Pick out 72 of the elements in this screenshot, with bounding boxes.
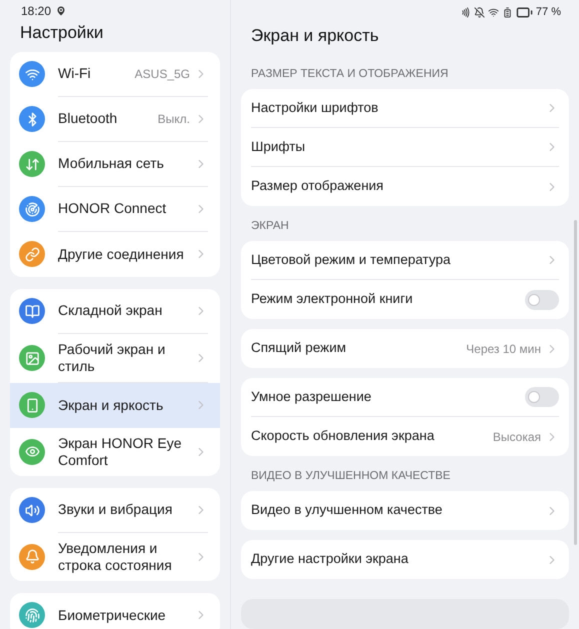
item-label: Звуки и вибрация	[58, 500, 174, 519]
settings-row[interactable]: Размер отображения	[241, 167, 569, 206]
row-label: Цветовой режим и температура	[251, 250, 452, 269]
item-label: Складной экран	[58, 301, 164, 320]
item-label: HONOR Connect	[58, 199, 168, 218]
page-title: Экран и яркость	[251, 24, 379, 46]
item-value: ASUS_5G	[134, 66, 190, 82]
speaker-icon	[19, 497, 45, 523]
phone-icon	[19, 392, 45, 418]
settings-row[interactable]: Другие настройки экрана	[241, 540, 569, 579]
settings-row[interactable]: Настройки шрифтов	[241, 89, 569, 128]
item-label: Биометрические	[58, 606, 167, 625]
settings-row[interactable]: Спящий режим Через 10 мин	[241, 329, 569, 368]
settings-row[interactable]: Скорость обновления экрана Высокая	[241, 417, 569, 456]
settings-item[interactable]: Звуки и вибрация	[10, 488, 220, 532]
row-label: Скорость обновления экрана	[251, 427, 436, 446]
settings-item[interactable]: Bluetooth Выкл.	[10, 96, 220, 142]
settings-item[interactable]: Уведомления и строка состояния	[10, 532, 220, 580]
arrows-icon	[19, 151, 45, 177]
settings-item[interactable]: Экран HONOR Eye Comfort	[10, 428, 220, 476]
battery-saver-icon	[502, 6, 513, 18]
battery-percent: 77 %	[536, 5, 561, 20]
settings-row[interactable]: Умное разрешение	[241, 378, 569, 417]
wifi-icon	[488, 6, 499, 18]
book-icon	[19, 298, 45, 324]
nfc-icon	[460, 6, 471, 18]
settings-row[interactable]: Шрифты	[241, 128, 569, 167]
item-label: Экран HONOR Eye Comfort	[58, 434, 183, 470]
item-value: Выкл.	[158, 110, 190, 128]
row-label: Режим электронной книги	[251, 290, 414, 308]
toggle-switch[interactable]	[525, 387, 559, 407]
section-heading: РАЗМЕР ТЕКСТА И ОТОБРАЖЕНИЯ	[251, 66, 448, 82]
image-icon	[19, 345, 45, 371]
bluetooth-icon	[19, 106, 45, 132]
row-label: Видео в улучшенном качестве	[251, 501, 444, 520]
settings-item[interactable]: Биометрические	[10, 592, 220, 629]
row-label: Другие настройки экрана	[251, 550, 410, 568]
row-value: Через 10 мин	[466, 340, 541, 358]
bell-icon	[19, 544, 45, 570]
settings-item[interactable]: Экран и яркость	[10, 382, 220, 428]
section-heading: ЭКРАН	[251, 218, 289, 234]
row-label: Умное разрешение	[251, 388, 372, 406]
settings-row[interactable]: Режим электронной книги	[241, 280, 569, 319]
section-heading: ВИДЕО В УЛУЧШЕННОМ КАЧЕСТВЕ	[251, 468, 450, 484]
row-label: Шрифты	[251, 138, 306, 156]
settings-item[interactable]: Wi-Fi ASUS_5G	[10, 52, 220, 96]
page-title: Настройки	[20, 22, 104, 44]
row-value: Высокая	[492, 428, 541, 446]
bell-off-icon	[474, 6, 485, 18]
settings-row[interactable]: Видео в улучшенном качестве	[241, 491, 569, 530]
row-label: Спящий режим	[251, 339, 348, 358]
location-icon	[55, 5, 68, 17]
row-label: Размер отображения	[251, 177, 384, 196]
item-label: Другие соединения	[58, 244, 185, 264]
row-label: Настройки шрифтов	[251, 98, 380, 117]
toggle-switch[interactable]	[525, 290, 559, 310]
item-label: Мобильная сеть	[58, 154, 165, 173]
settings-row[interactable]: Цветовой режим и температура	[241, 241, 569, 280]
settings-item[interactable]: Мобильная сеть	[10, 142, 220, 186]
radar-icon	[19, 196, 45, 222]
item-label: Wi-Fi	[58, 64, 92, 83]
link-icon	[19, 241, 45, 267]
item-label: Экран и яркость	[58, 396, 164, 415]
item-label: Уведомления и строка состояния	[58, 538, 173, 575]
eye-icon	[19, 438, 45, 464]
item-label: Bluetooth	[58, 109, 118, 128]
settings-item[interactable]: HONOR Connect	[10, 186, 220, 232]
settings-item[interactable]: Складной экран	[10, 288, 220, 334]
status-time: 18:20	[21, 3, 52, 20]
wifi-icon	[19, 61, 45, 87]
item-label: Рабочий экран и стиль	[58, 340, 166, 376]
settings-item[interactable]: Другие соединения	[10, 232, 220, 276]
